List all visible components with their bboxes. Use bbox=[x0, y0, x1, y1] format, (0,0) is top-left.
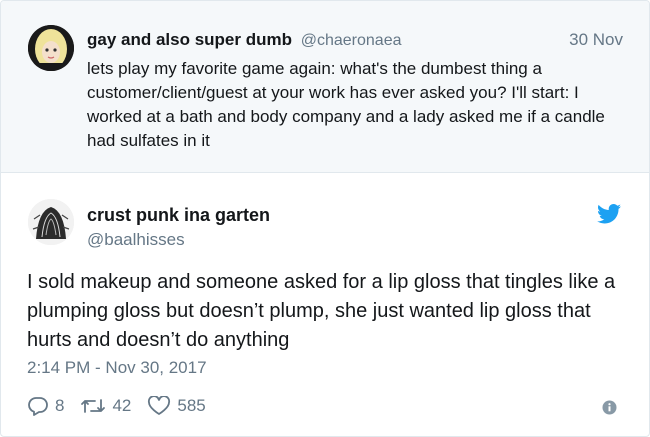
like-button[interactable]: 585 bbox=[147, 396, 206, 416]
parent-handle[interactable]: @chaeronaea bbox=[301, 32, 402, 49]
parent-tweet[interactable]: gay and also super dumb @chaeronaea 30 N… bbox=[1, 1, 649, 173]
author-avatar[interactable] bbox=[28, 199, 74, 245]
like-count: 585 bbox=[177, 396, 206, 415]
reply-button[interactable]: 8 bbox=[27, 396, 64, 416]
heart-icon bbox=[148, 396, 171, 415]
reply-icon bbox=[28, 397, 48, 416]
tweet-text: I sold makeup and someone asked for a li… bbox=[27, 271, 616, 351]
info-icon[interactable] bbox=[602, 400, 617, 415]
reply-count: 8 bbox=[55, 396, 65, 415]
author-display-name[interactable]: crust punk ina garten bbox=[87, 205, 270, 226]
parent-display-name[interactable]: gay and also super dumb bbox=[87, 30, 292, 49]
retweet-count: 42 bbox=[112, 396, 132, 415]
twitter-bird-icon[interactable] bbox=[597, 204, 621, 224]
parent-date[interactable]: 30 Nov bbox=[569, 30, 623, 50]
tweet-actions: 8 42 585 bbox=[27, 394, 222, 418]
parent-tweet-text: lets play my favorite game again: what's… bbox=[87, 59, 605, 150]
author-handle[interactable]: @baalhisses bbox=[87, 230, 185, 250]
embedded-tweet-card: gay and also super dumb @chaeronaea 30 N… bbox=[0, 0, 650, 437]
retweet-button[interactable]: 42 bbox=[80, 396, 131, 416]
retweet-icon bbox=[81, 399, 106, 413]
tweet-timestamp[interactable]: 2:14 PM - Nov 30, 2017 bbox=[27, 358, 207, 378]
parent-avatar[interactable] bbox=[28, 25, 74, 71]
parent-header: gay and also super dumb @chaeronaea bbox=[87, 30, 402, 51]
